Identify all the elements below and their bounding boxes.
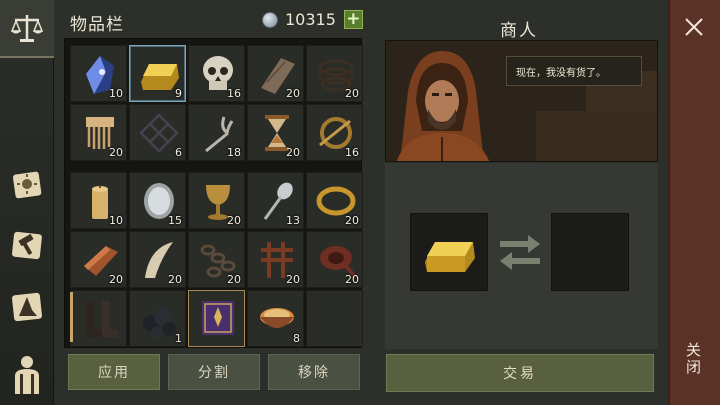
character-icon — [9, 356, 45, 394]
boots-icon — [86, 301, 118, 337]
merchant-title: 商人 — [500, 21, 538, 41]
tab-weather[interactable] — [0, 155, 54, 213]
category-sidebar — [0, 0, 54, 405]
wizard-hat-icon — [9, 289, 45, 325]
slot-quantity: 20 — [227, 214, 241, 227]
remove-button[interactable]: 移除 — [268, 354, 360, 390]
hammer-icon — [9, 227, 45, 263]
receive-slot[interactable] — [551, 213, 629, 291]
merchant-speech-bubble: 现在，我没有货了。 — [506, 56, 642, 86]
inventory-slot-tuning-fork[interactable]: 18 — [188, 104, 245, 161]
inventory-slot-gold-ingot[interactable]: 9 — [129, 45, 186, 102]
inventory-slot-leather-straps[interactable]: 20 — [247, 231, 304, 288]
currency-value: 10315 — [285, 10, 336, 29]
slot-quantity: 8 — [293, 332, 300, 345]
slot-quantity: 20 — [227, 273, 241, 286]
inventory-slot-spellbook[interactable] — [188, 290, 245, 347]
inventory-slot-skull[interactable]: 16 — [188, 45, 245, 102]
inventory-slot-brooch[interactable]: 16 — [306, 104, 363, 161]
slot-quantity: 20 — [286, 146, 300, 159]
stew-bowl-icon — [260, 308, 294, 328]
empty-icon — [315, 297, 357, 341]
slot-quantity: 20 — [286, 273, 300, 286]
close-label[interactable]: 关闭 — [684, 342, 704, 376]
swap-arrows-icon — [498, 232, 542, 276]
inventory-slot-iron-grate[interactable]: 6 — [129, 104, 186, 161]
inventory-slot-goblet[interactable]: 20 — [188, 172, 245, 229]
inventory-slot-stew-bowl[interactable]: 8 — [247, 290, 304, 347]
slot-quantity: 16 — [227, 87, 241, 100]
inventory-slot-boots[interactable] — [70, 290, 127, 347]
inventory-slot-fang[interactable]: 20 — [129, 231, 186, 288]
slot-quantity: 20 — [109, 273, 123, 286]
tab-crafting[interactable] — [0, 216, 54, 274]
slot-quantity: 9 — [175, 87, 182, 100]
slot-quantity: 10 — [109, 214, 123, 227]
iron-grate-icon — [139, 113, 179, 153]
inventory-slot-wood-plank[interactable]: 20 — [247, 45, 304, 102]
slot-quantity: 6 — [175, 146, 182, 159]
slot-quantity: 13 — [286, 214, 300, 227]
inventory-slot-leather-roll[interactable]: 20 — [306, 231, 363, 288]
equipped-marker — [70, 292, 73, 342]
inventory-slot-silver-mirror[interactable]: 15 — [129, 172, 186, 229]
tab-trade[interactable] — [0, 0, 54, 58]
slot-quantity: 18 — [227, 146, 241, 159]
inventory-slot-spoon[interactable]: 13 — [247, 172, 304, 229]
split-button[interactable]: 分割 — [168, 354, 260, 390]
inventory-slot-bone-comb[interactable]: 20 — [70, 104, 127, 161]
gold-ingot-icon — [425, 242, 475, 272]
inventory-title: 物品栏 — [70, 15, 124, 35]
add-currency-button[interactable]: + — [343, 10, 363, 29]
gold-ingot-icon — [141, 64, 179, 90]
tab-character[interactable] — [0, 345, 54, 403]
apply-button[interactable]: 应用 — [68, 354, 160, 390]
slot-quantity: 20 — [168, 273, 182, 286]
spellbook-icon — [202, 301, 234, 335]
inventory-slot-chain[interactable]: 20 — [188, 231, 245, 288]
coal-icon — [143, 308, 176, 339]
slot-quantity: 10 — [109, 87, 123, 100]
slot-quantity: 16 — [345, 146, 359, 159]
inventory-slot-empty[interactable] — [306, 290, 363, 347]
offer-slot[interactable] — [410, 213, 488, 291]
sun-scroll-icon — [9, 166, 45, 202]
slot-quantity: 20 — [345, 214, 359, 227]
inventory-slot-hourglass[interactable]: 20 — [247, 104, 304, 161]
slot-quantity: 1 — [175, 332, 182, 345]
slot-quantity: 20 — [345, 87, 359, 100]
currency-display: 10315 + — [262, 10, 363, 29]
inventory-slot-coal[interactable]: 1 — [129, 290, 186, 347]
trade-button[interactable]: 交易 — [386, 354, 654, 392]
inventory-slot-gold-ring[interactable]: 20 — [306, 172, 363, 229]
inventory-slot-rope[interactable]: 20 — [306, 45, 363, 102]
inventory-slot-copper-ingot[interactable]: 20 — [70, 231, 127, 288]
scales-icon — [9, 10, 45, 46]
slot-quantity: 15 — [168, 214, 182, 227]
inventory-slot-candle[interactable]: 10 — [70, 172, 127, 229]
tab-magic[interactable] — [0, 278, 54, 336]
slot-quantity: 20 — [345, 273, 359, 286]
slot-quantity: 20 — [109, 146, 123, 159]
inventory-slot-crystal-shard[interactable]: 10 — [70, 45, 127, 102]
close-icon[interactable] — [681, 14, 707, 40]
slot-quantity: 20 — [286, 87, 300, 100]
coin-icon — [262, 11, 278, 28]
